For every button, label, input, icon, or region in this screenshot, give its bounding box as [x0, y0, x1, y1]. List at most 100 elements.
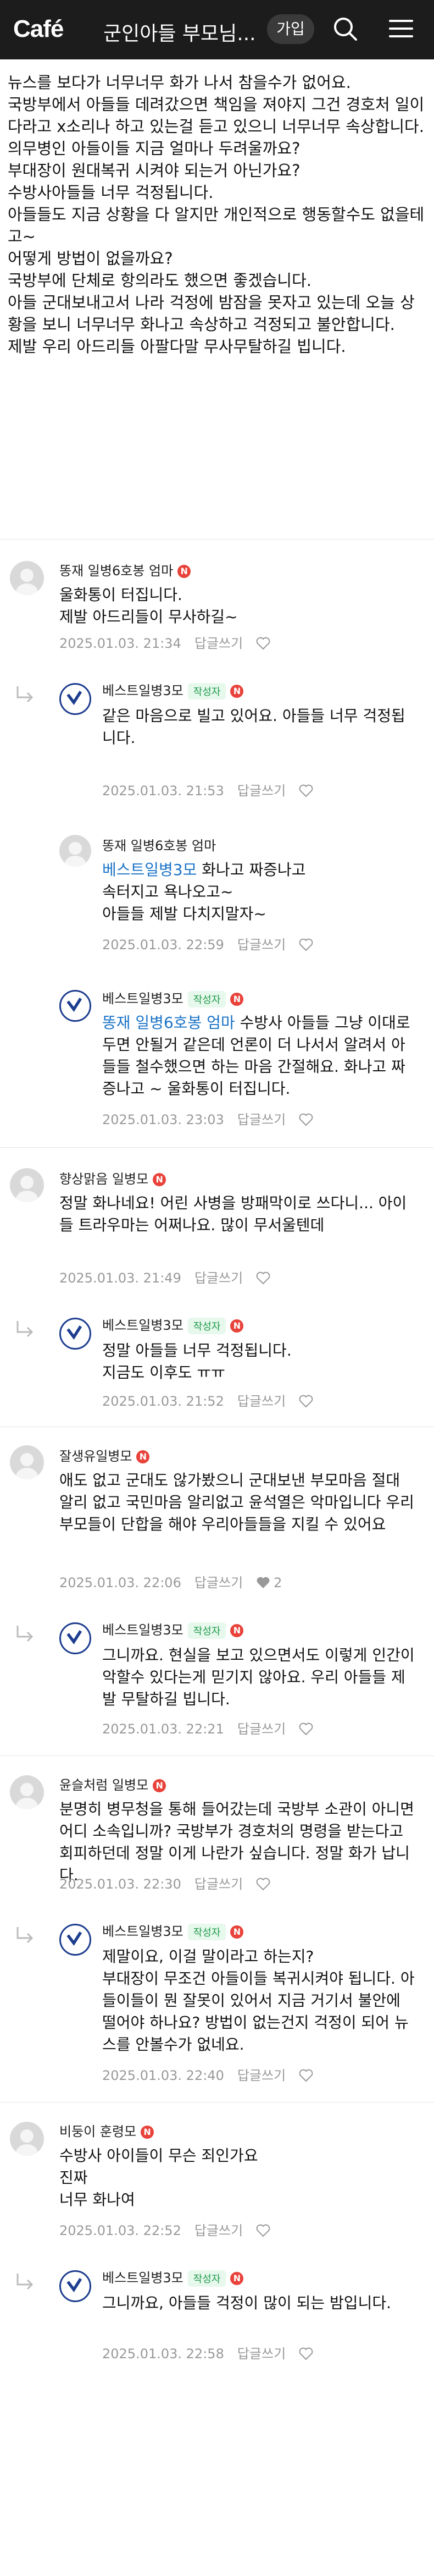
heart-icon[interactable] — [299, 2069, 313, 2082]
search-icon[interactable] — [329, 12, 361, 45]
post-line: 뉴스를 보다가 너무너무 화가 나서 참을수가 없어요. — [8, 73, 351, 92]
new-badge: N — [230, 1319, 244, 1333]
new-badge: N — [177, 565, 191, 578]
reply-button[interactable]: 답글쓰기 — [194, 1575, 243, 1590]
comment-text: 정말 화나네요! 어린 사병을 방패막이로 쓰다니... 아이들 트라우마는 어… — [59, 1194, 407, 1234]
comment-author[interactable]: 똥재 일병6호봉 엄마 — [102, 835, 216, 854]
like-count: 2 — [274, 1575, 282, 1590]
reply-button[interactable]: 답글쓰기 — [237, 2068, 286, 2083]
comment-meta: 2025.01.03. 21:34 답글쓰기 — [59, 632, 270, 652]
new-badge: N — [230, 1624, 244, 1637]
post-line: 아들 군대보내고서 나라 걱정에 밤잠을 못자고 있는데 오늘 상황을 보니 너… — [8, 293, 415, 334]
new-badge: N — [141, 2126, 154, 2139]
comment-date: 2025.01.03. 22:40 — [102, 2068, 224, 2083]
comment-author[interactable]: 베스트일병3모 작성자 N — [102, 1920, 244, 1940]
heart-icon[interactable] — [256, 1878, 270, 1891]
comment-date: 2025.01.03. 22:58 — [102, 2346, 224, 2362]
new-badge: N — [230, 1925, 244, 1939]
comment-author[interactable]: 베스트일병3모 작성자 N — [102, 1619, 244, 1639]
avatar[interactable] — [10, 1445, 44, 1479]
divider — [0, 1147, 434, 1148]
avatar[interactable] — [59, 2270, 91, 2302]
profile-emblem-icon — [66, 691, 82, 706]
reply-button[interactable]: 답글쓰기 — [194, 2223, 243, 2238]
profile-emblem-icon — [66, 2278, 82, 2293]
join-button[interactable]: 가입 — [267, 14, 314, 44]
reply-button[interactable]: 답글쓰기 — [237, 1721, 286, 1737]
post-line: 부대장이 원대복귀 시켜야 되는거 아닌가요? — [8, 161, 301, 180]
comment-author[interactable]: 베스트일병3모 작성자 N — [102, 1314, 244, 1334]
avatar[interactable] — [59, 990, 91, 1022]
comment-date: 2025.01.03. 22:21 — [102, 1721, 224, 1737]
heart-icon[interactable] — [299, 938, 313, 951]
reply-arrow-icon — [16, 1626, 34, 1642]
heart-icon[interactable] — [299, 784, 313, 797]
comment-date: 2025.01.03. 23:03 — [102, 1112, 224, 1127]
comment-author[interactable]: 비둥이 훈령모 N — [59, 2121, 154, 2140]
avatar[interactable] — [59, 1318, 91, 1350]
comment-date: 2025.01.03. 22:59 — [102, 937, 224, 953]
avatar[interactable] — [10, 1168, 44, 1202]
comment-author[interactable]: 베스트일병3모 작성자 N — [102, 680, 244, 700]
reply-arrow-icon — [16, 2274, 34, 2290]
mention-link[interactable]: 베스트일병3모 — [102, 861, 197, 879]
avatar[interactable] — [59, 835, 91, 867]
comment-meta: 2025.01.03. 22:52 답글쓰기 — [59, 2220, 270, 2239]
reply-button[interactable]: 답글쓰기 — [194, 1876, 243, 1892]
reply-button[interactable]: 답글쓰기 — [194, 1270, 243, 1286]
post-line: 제발 우리 아드리들 아팔다말 무사무탈하길 빕니다. — [8, 337, 346, 356]
comment-date: 2025.01.03. 21:52 — [102, 1394, 224, 1409]
comment-author[interactable]: 베스트일병3모 작성자 N — [102, 988, 244, 1008]
menu-icon[interactable] — [385, 12, 418, 45]
reply-arrow-icon — [16, 686, 34, 703]
new-badge: N — [230, 685, 244, 698]
heart-icon[interactable] — [299, 1395, 313, 1408]
comment-text: 제말이요, 이걸 말이라고 하는지? 부대장이 무조건 아들이들 복귀시켜야 됩니… — [102, 1947, 415, 2054]
comment-date: 2025.01.03. 22:52 — [59, 2223, 181, 2238]
comment-text: 정말 아들들 너무 걱정됩니다. 지금도 이후도 ㅠㅠ — [102, 1341, 292, 1381]
avatar[interactable] — [59, 683, 91, 715]
reply-button[interactable]: 답글쓰기 — [237, 937, 286, 953]
heart-icon[interactable] — [256, 2224, 270, 2237]
writer-badge: 작성자 — [187, 991, 226, 1008]
avatar[interactable] — [59, 1924, 91, 1956]
profile-emblem-icon — [66, 1630, 82, 1645]
avatar[interactable] — [10, 1775, 44, 1809]
heart-icon[interactable] — [299, 1722, 313, 1736]
comment-meta: 2025.01.03. 22:21 답글쓰기 — [102, 1718, 313, 1737]
comment-author[interactable]: 윤슬처럼 일병모 N — [59, 1774, 166, 1793]
heart-icon[interactable] — [256, 1272, 270, 1285]
comment-author[interactable]: 똥재 일병6호봉 엄마 N — [59, 560, 191, 579]
post-line: 어떻게 방법이 없을까요? — [8, 249, 173, 268]
comment-meta: 2025.01.03. 22:59 답글쓰기 — [102, 934, 313, 953]
reply-button[interactable]: 답글쓰기 — [237, 2346, 286, 2362]
reply-button[interactable]: 답글쓰기 — [237, 783, 286, 799]
post-line: 국방부에 단체로 항의라도 했으면 좋겠습니다. — [8, 271, 312, 290]
comment-date: 2025.01.03. 21:34 — [59, 636, 181, 651]
post-line: 의무병인 아들이들 지금 얼마나 두려울까요? — [8, 139, 301, 158]
comment-date: 2025.01.03. 22:30 — [59, 1876, 181, 1892]
comment-author[interactable]: 잘생유일병모 N — [59, 1445, 150, 1465]
cafe-logo[interactable]: Café — [13, 15, 64, 43]
heart-icon[interactable] — [299, 1113, 313, 1126]
avatar[interactable] — [10, 561, 44, 595]
comment-meta: 2025.01.03. 22:30 답글쓰기 — [59, 1873, 270, 1892]
profile-emblem-icon — [66, 998, 82, 1012]
heart-icon[interactable] — [299, 2347, 313, 2360]
reply-button[interactable]: 답글쓰기 — [194, 636, 243, 651]
mention-link[interactable]: 똥재 일병6호봉 엄마 — [102, 1014, 235, 1032]
reply-button[interactable]: 답글쓰기 — [237, 1112, 286, 1127]
comment-meta: 2025.01.03. 22:06 답글쓰기 2 — [59, 1572, 295, 1591]
comment-meta: 2025.01.03. 21:49 답글쓰기 — [59, 1267, 270, 1286]
heart-icon[interactable] — [256, 637, 270, 650]
comment-author[interactable]: 베스트일병3모 작성자 N — [102, 2267, 244, 2287]
comment-author[interactable]: 향상맑음 일병모 N — [59, 1168, 166, 1187]
new-badge: N — [153, 1173, 166, 1186]
avatar[interactable] — [10, 2122, 44, 2156]
avatar[interactable] — [59, 1622, 91, 1654]
cafe-title[interactable]: 군인아들 부모님... — [103, 18, 268, 46]
heart-icon[interactable] — [256, 1576, 270, 1589]
new-badge: N — [153, 1779, 166, 1792]
reply-button[interactable]: 답글쓰기 — [237, 1394, 286, 1409]
comment-date: 2025.01.03. 21:49 — [59, 1270, 181, 1286]
